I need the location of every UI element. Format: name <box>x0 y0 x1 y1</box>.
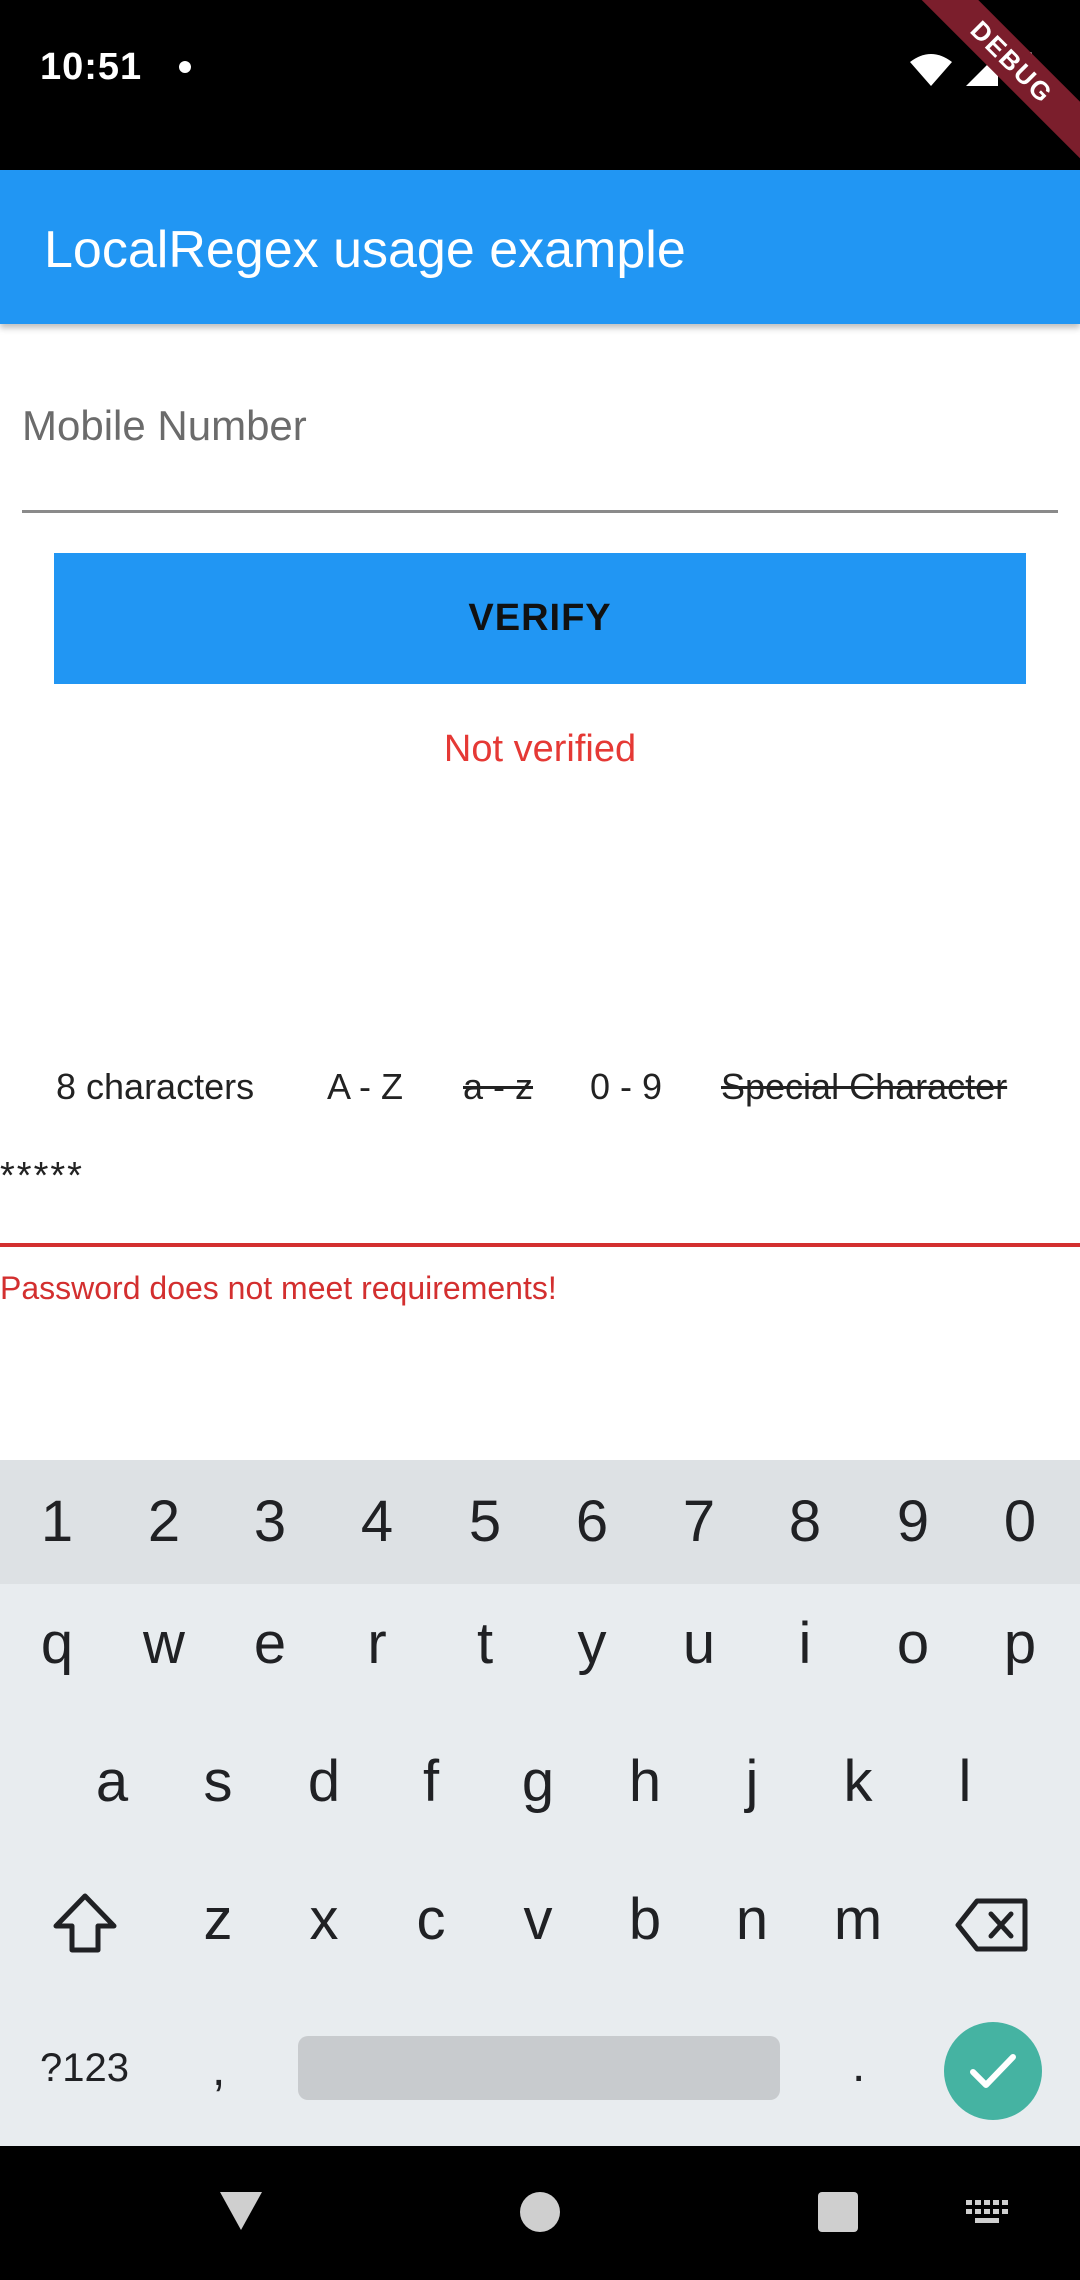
key-9[interactable]: 9 <box>873 1488 953 1555</box>
key-m[interactable]: m <box>818 1886 898 1953</box>
key-a[interactable]: a <box>72 1748 152 1815</box>
period-key[interactable]: . <box>852 2038 865 2093</box>
backspace-icon[interactable] <box>955 1898 1029 1952</box>
navigation-bar <box>0 2146 1080 2280</box>
password-underline <box>0 1243 1080 1247</box>
notification-dot-icon <box>179 61 191 73</box>
key-4[interactable]: 4 <box>337 1488 417 1555</box>
requirement-digit: 0 - 9 <box>590 1066 663 1107</box>
key-x[interactable]: x <box>284 1886 364 1953</box>
key-q[interactable]: q <box>17 1610 97 1677</box>
key-p[interactable]: p <box>980 1610 1060 1677</box>
key-2[interactable]: 2 <box>124 1488 204 1555</box>
keyboard-switch-icon[interactable] <box>966 2200 1008 2228</box>
key-3[interactable]: 3 <box>230 1488 310 1555</box>
verify-button[interactable]: VERIFY <box>54 553 1026 684</box>
wifi-icon <box>910 54 952 86</box>
key-y[interactable]: y <box>552 1610 632 1677</box>
key-0[interactable]: 0 <box>980 1488 1060 1555</box>
key-h[interactable]: h <box>605 1748 685 1815</box>
key-r[interactable]: r <box>337 1610 417 1677</box>
password-error: Password does not meet requirements! <box>0 1270 557 1306</box>
key-e[interactable]: e <box>230 1610 310 1677</box>
key-w[interactable]: w <box>124 1610 204 1677</box>
key-o[interactable]: o <box>873 1610 953 1677</box>
key-d[interactable]: d <box>284 1748 364 1815</box>
app-bar-title: LocalRegex usage example <box>44 221 686 279</box>
keyboard-row-1: q w e r t y u i o p <box>0 1610 1080 1710</box>
key-c[interactable]: c <box>391 1886 471 1953</box>
key-n[interactable]: n <box>712 1886 792 1953</box>
requirement-length: 8 characters <box>56 1066 255 1107</box>
key-8[interactable]: 8 <box>765 1488 845 1555</box>
requirement-lowercase: a - z <box>463 1066 534 1107</box>
key-1[interactable]: 1 <box>17 1488 97 1555</box>
verification-status: Not verified <box>443 728 637 770</box>
soft-keyboard: 1 2 3 4 5 6 7 8 9 0 q w e r t y u i o p … <box>0 1460 1080 2146</box>
mobile-number-field[interactable]: Mobile Number <box>22 380 1058 513</box>
key-b[interactable]: b <box>605 1886 685 1953</box>
keyboard-row-2: a s d f g h j k l <box>0 1748 1080 1848</box>
requirement-special: Special Character <box>721 1066 1008 1107</box>
key-f[interactable]: f <box>391 1748 471 1815</box>
key-z[interactable]: z <box>178 1886 258 1953</box>
recents-icon[interactable] <box>818 2192 858 2232</box>
mobile-number-label: Mobile Number <box>22 402 307 449</box>
key-j[interactable]: j <box>712 1748 792 1815</box>
symbols-key[interactable]: ?123 <box>40 2046 129 2091</box>
requirement-uppercase: A - Z <box>327 1066 404 1107</box>
key-6[interactable]: 6 <box>552 1488 632 1555</box>
key-7[interactable]: 7 <box>659 1488 739 1555</box>
check-icon <box>970 2054 1016 2088</box>
password-value: ***** <box>0 1155 84 1197</box>
comma-key[interactable]: , <box>212 2042 225 2097</box>
key-g[interactable]: g <box>498 1748 578 1815</box>
home-icon[interactable] <box>520 2192 560 2232</box>
status-bar: 10:51 DEBUG <box>0 0 1080 170</box>
key-v[interactable]: v <box>498 1886 578 1953</box>
key-l[interactable]: l <box>925 1748 1005 1815</box>
keyboard-number-row: 1 2 3 4 5 6 7 8 9 0 <box>0 1460 1080 1584</box>
key-i[interactable]: i <box>765 1610 845 1677</box>
key-5[interactable]: 5 <box>445 1488 525 1555</box>
space-bar[interactable] <box>298 2036 780 2100</box>
keyboard-row-3: z x c v b n m <box>0 1886 1080 1986</box>
status-time: 10:51 <box>40 46 143 88</box>
key-s[interactable]: s <box>178 1748 258 1815</box>
key-t[interactable]: t <box>445 1610 525 1677</box>
shift-icon[interactable] <box>50 1892 120 1956</box>
password-requirements: 8 characters A - Z a - z 0 - 9 Special C… <box>0 1066 1080 1126</box>
enter-key[interactable] <box>944 2022 1042 2120</box>
key-u[interactable]: u <box>659 1610 739 1677</box>
key-k[interactable]: k <box>818 1748 898 1815</box>
app-bar: LocalRegex usage example <box>0 170 1080 324</box>
back-icon[interactable] <box>218 2190 264 2232</box>
